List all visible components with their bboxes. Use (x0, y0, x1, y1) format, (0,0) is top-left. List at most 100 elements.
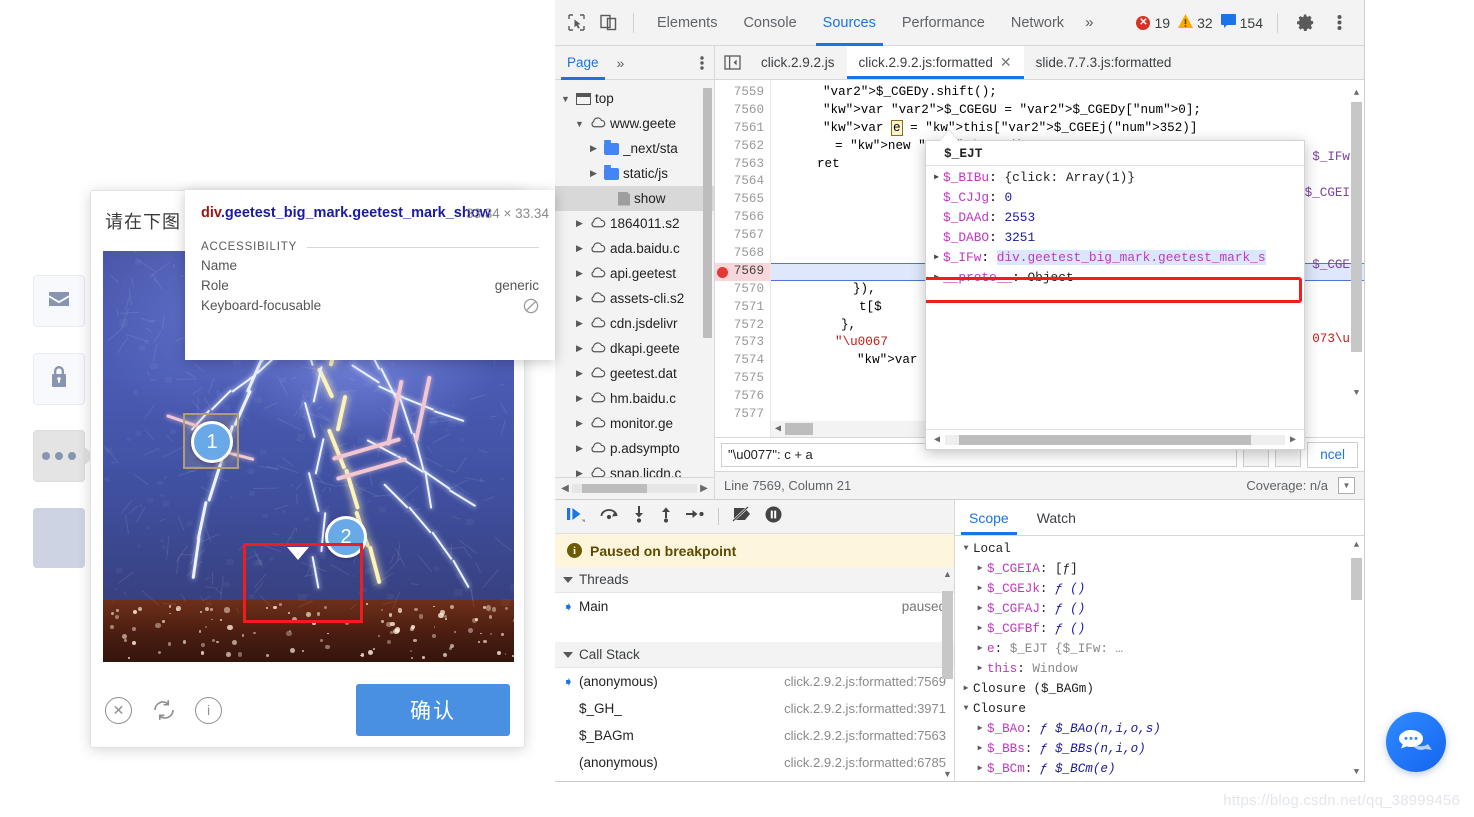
tree-node-snap-licdn-c[interactable]: ▶ snap.licdn.c (555, 461, 714, 477)
line-number[interactable]: 7572 (715, 317, 770, 335)
drawer-toggle-icon[interactable]: ▼ (1338, 477, 1355, 494)
tabs-overflow-icon[interactable]: » (1077, 14, 1101, 31)
scroll-down-icon[interactable]: ▼ (1351, 388, 1362, 401)
callstack-section-header[interactable]: Call Stack (555, 642, 954, 668)
object-property-row[interactable]: $_CJJg: 0 (926, 188, 1304, 208)
scope-row[interactable]: ▶ $_CGFAJ: ƒ () (955, 599, 1364, 619)
scope-row[interactable]: ▶ this: Window (955, 659, 1364, 679)
message-count-badge[interactable]: 154 (1219, 14, 1265, 31)
twisty-icon[interactable]: ▶ (930, 268, 943, 288)
line-number[interactable]: 7563 (715, 156, 770, 174)
chat-bubble-button[interactable] (1386, 712, 1446, 772)
twisty-icon[interactable]: ▶ (573, 443, 586, 454)
scroll-track[interactable] (572, 484, 697, 493)
file-tree[interactable]: ▼ top ▼ www.geete ▶ _next/sta ▶ static/js show ▶ 1… (555, 80, 714, 477)
toggle-navigator-icon[interactable] (715, 46, 749, 79)
line-number[interactable]: 7576 (715, 388, 770, 406)
navigator-horizontal-scrollbar[interactable]: ◀ ▶ (555, 477, 714, 499)
twisty-icon[interactable]: ▶ (587, 143, 600, 154)
twisty-icon[interactable]: ▼ (559, 94, 572, 104)
twisty-icon[interactable]: ▶ (973, 739, 987, 759)
scope-row[interactable]: ▶ $_CGEJk: ƒ () (955, 579, 1364, 599)
tree-node-p-adsympto[interactable]: ▶ p.adsympto (555, 436, 714, 461)
mail-button[interactable] (33, 275, 85, 327)
scope-row[interactable]: ▶ Closure ($_BAGm) (955, 679, 1364, 699)
tree-node--next-sta[interactable]: ▶ _next/sta (555, 136, 714, 161)
tree-node-monitor-ge[interactable]: ▶ monitor.ge (555, 411, 714, 436)
scope-row[interactable]: ▶ e: $_EJT {$_IFw: … (955, 639, 1364, 659)
line-number[interactable]: 7570 (715, 281, 770, 299)
tree-node-top[interactable]: ▼ top (555, 86, 714, 111)
tree-node-show[interactable]: show (555, 186, 714, 211)
line-number[interactable]: 7574 (715, 352, 770, 370)
scroll-up-icon[interactable]: ▲ (942, 569, 953, 579)
line-number[interactable]: 7575 (715, 370, 770, 388)
twisty-icon[interactable]: ▶ (573, 393, 586, 404)
pause-on-exceptions-icon[interactable] (765, 506, 782, 528)
line-number[interactable]: 7565 (715, 191, 770, 209)
step-into-icon[interactable] (632, 506, 646, 528)
scope-row[interactable]: ▶ $_CGEIA: [ƒ] (955, 559, 1364, 579)
scroll-up-icon[interactable]: ▲ (1351, 88, 1362, 101)
scroll-up-icon[interactable]: ▲ (1351, 540, 1362, 550)
scope-row[interactable]: ▶ $_BAo: ƒ $_BAo(n,i,o,s) (955, 719, 1364, 739)
line-number[interactable]: 7559 (715, 84, 770, 102)
line-number[interactable]: 7573 (715, 334, 770, 352)
resume-script-icon[interactable] (567, 506, 586, 527)
scope-row[interactable]: ▶ $_CGFBf: ƒ () (955, 619, 1364, 639)
inspect-cursor-icon[interactable] (561, 8, 591, 38)
call-stack-row[interactable]: (anonymous) click.2.9.2.js:formatted:6785 (555, 749, 954, 776)
scroll-left-icon[interactable]: ◀ (771, 423, 785, 435)
twisty-icon[interactable]: ▶ (587, 168, 600, 179)
error-count-badge[interactable]: ✕ 19 (1134, 15, 1172, 31)
twisty-icon[interactable]: ▶ (573, 243, 586, 254)
tree-node-geetest-dat[interactable]: ▶ geetest.dat (555, 361, 714, 386)
call-stack-row[interactable]: ➧ (anonymous) click.2.9.2.js:formatted:756… (555, 668, 954, 695)
twisty-icon[interactable]: ▶ (573, 268, 586, 279)
twisty-icon[interactable]: ▶ (573, 368, 586, 379)
scope-row[interactable]: ▼ Local (955, 539, 1364, 559)
twisty-icon[interactable]: ▶ (973, 559, 987, 579)
thread-row-main[interactable]: ➧ Main paused (555, 593, 954, 620)
line-number[interactable]: 7564 (715, 173, 770, 191)
line-number[interactable]: 7561 (715, 120, 770, 138)
call-stack-row[interactable]: $_BAGm click.2.9.2.js:formatted:7563 (555, 722, 954, 749)
line-number[interactable]: 7566 (715, 209, 770, 227)
scope-vertical-scrollbar[interactable]: ▲ ▼ (1351, 540, 1362, 777)
line-number[interactable]: 7571 (715, 299, 770, 317)
tab-elements[interactable]: Elements (644, 0, 730, 46)
step-icon[interactable] (686, 507, 705, 526)
tab-sources[interactable]: Sources (810, 0, 889, 46)
object-property-row[interactable]: ▶ __proto__: Object (926, 268, 1304, 288)
line-number[interactable]: 7560 (715, 102, 770, 120)
scope-row[interactable]: ▶ $_BBs: ƒ $_BBs(n,i,o) (955, 739, 1364, 759)
file-tab-click-js[interactable]: click.2.9.2.js (749, 46, 847, 79)
close-icon[interactable]: ✕ (1000, 54, 1012, 71)
call-stack-row[interactable]: $_GH_ click.2.9.2.js:formatted:3971 (555, 695, 954, 722)
tree-node-ada-baidu-c[interactable]: ▶ ada.baidu.c (555, 236, 714, 261)
twisty-icon[interactable]: ▶ (959, 679, 973, 699)
confirm-button[interactable]: 确认 (356, 684, 510, 736)
call-stack-list[interactable]: ➧ (anonymous) click.2.9.2.js:formatted:756… (555, 668, 954, 776)
tab-performance[interactable]: Performance (889, 0, 998, 46)
object-property-row[interactable]: $_DABO: 3251 (926, 228, 1304, 248)
twisty-icon[interactable]: ▶ (930, 168, 943, 188)
tree-node-static-js[interactable]: ▶ static/js (555, 161, 714, 186)
scroll-left-icon[interactable]: ◀ (558, 483, 572, 494)
line-number[interactable]: 7567 (715, 227, 770, 245)
scroll-track[interactable] (945, 435, 1285, 445)
tree-node-1864011-s2[interactable]: ▶ 1864011.s2 (555, 211, 714, 236)
twisty-icon[interactable]: ▶ (973, 619, 987, 639)
navigator-vertical-scrollbar[interactable] (703, 88, 712, 338)
twisty-icon[interactable]: ▶ (930, 248, 943, 268)
breakpoint-dot[interactable] (717, 267, 728, 278)
tab-network[interactable]: Network (998, 0, 1077, 46)
scroll-right-icon[interactable]: ▶ (1285, 434, 1301, 446)
scope-row[interactable]: ▼ Closure (955, 699, 1364, 719)
warning-count-badge[interactable]: 32 (1176, 14, 1215, 31)
more-button[interactable] (33, 430, 85, 482)
scope-row[interactable]: ▶ $_BCm: ƒ $_BCm(e) (955, 759, 1364, 779)
mark-2[interactable]: 2 (325, 516, 367, 558)
debugger-vertical-scrollbar[interactable]: ▲ ▼ (942, 569, 953, 779)
object-property-row[interactable]: ▶ $_IFw: div.geetest_big_mark.geetest_mar… (926, 248, 1304, 268)
